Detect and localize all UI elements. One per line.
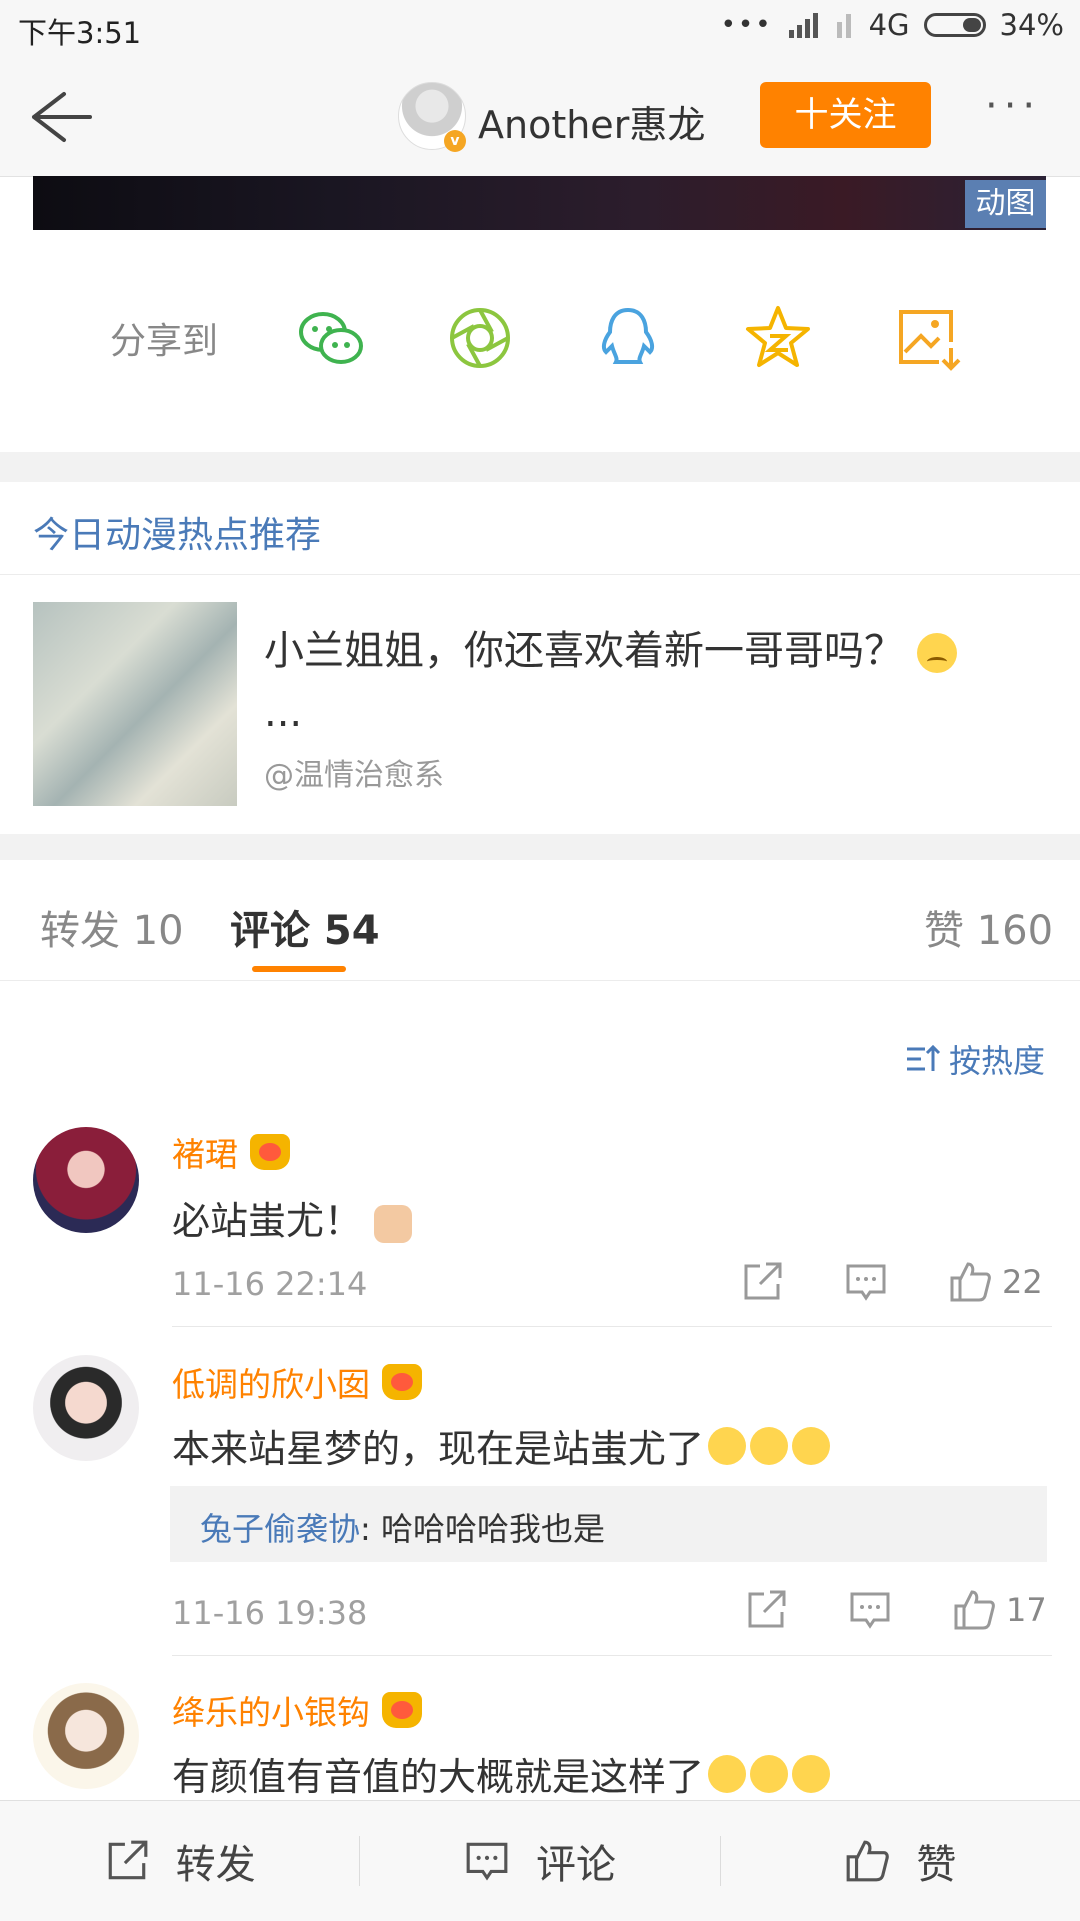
repost-icon[interactable] <box>740 1260 784 1304</box>
bottom-repost-label: 转发 <box>175 1842 256 1888</box>
sort-label: 按热度 <box>949 1042 1046 1080</box>
like-thumb-icon[interactable] <box>952 1588 996 1632</box>
author-name[interactable]: Another惠龙 <box>478 94 705 149</box>
battery-icon <box>923 13 986 37</box>
comment-actions: 17 <box>744 1588 1047 1632</box>
bottom-comment-button[interactable]: 评论 <box>360 1801 719 1921</box>
network-type: 4G <box>868 8 910 42</box>
commenter-avatar[interactable] <box>33 1683 139 1789</box>
back-arrow-icon[interactable] <box>24 82 94 152</box>
tab-likes[interactable]: 赞 160 <box>924 898 1053 956</box>
comment-text-content: 本来站星梦的，现在是站蚩尤了 <box>172 1427 705 1471</box>
section-gap <box>0 452 1080 482</box>
tab-repost[interactable]: 转发 10 <box>40 898 184 956</box>
reply-author[interactable]: 兔子偷袭协 <box>200 1510 360 1548</box>
status-time: 下午3:51 <box>18 16 142 50</box>
commenter-name-text: 低调的欣小囡 <box>172 1365 370 1404</box>
like-thumb-icon[interactable] <box>948 1260 992 1304</box>
comment-icon <box>466 1842 508 1881</box>
repost-icon[interactable] <box>744 1588 788 1632</box>
comment-icon[interactable] <box>848 1588 892 1632</box>
section-gap <box>0 834 1080 860</box>
divider <box>172 1326 1052 1327</box>
save-image-icon[interactable] <box>893 302 965 374</box>
more-dots-icon: ••• <box>720 10 773 40</box>
nav-bar: v Another惠龙 十关注 ··· <box>0 56 1080 177</box>
comment-time: 11-16 22:14 <box>172 1265 368 1303</box>
emoji-icon <box>792 1754 831 1793</box>
member-crown-icon <box>382 1692 422 1728</box>
divider <box>172 1655 1052 1656</box>
recommend-ellipsis: ... <box>264 690 303 736</box>
wechat-icon[interactable] <box>295 302 367 374</box>
more-options-icon[interactable]: ··· <box>985 86 1055 136</box>
moments-icon[interactable] <box>444 302 516 374</box>
signal2-icon <box>836 14 851 38</box>
recommend-thumbnail[interactable] <box>33 602 237 806</box>
sort-icon <box>907 1044 941 1071</box>
gif-image[interactable] <box>33 176 1046 230</box>
commenter-name-text: 绛乐的小银钩 <box>172 1693 370 1732</box>
repost-icon <box>108 1840 148 1880</box>
emoji-icon <box>750 1426 789 1465</box>
comment-text-content: 有颜值有音值的大概就是这样了 <box>172 1755 705 1799</box>
qzone-icon[interactable] <box>742 302 814 374</box>
comment-text: 有颜值有音值的大概就是这样了 <box>172 1746 831 1801</box>
sort-by-hot[interactable]: 按热度 <box>905 1036 1045 1082</box>
comment-text: 必站蚩尤！ <box>172 1190 413 1245</box>
bottom-action-bar: 转发 评论 赞 <box>0 1800 1080 1921</box>
commenter-name[interactable]: 褚珺 <box>172 1128 290 1176</box>
comment-text: 本来站星梦的，现在是站蚩尤了 <box>172 1418 831 1473</box>
member-crown-icon <box>382 1364 422 1400</box>
recommend-section-title[interactable]: 今日动漫热点推荐 <box>33 506 321 558</box>
signal-icon <box>788 13 818 38</box>
sad-emoji-icon <box>916 633 957 673</box>
bottom-like-button[interactable]: 赞 <box>721 1801 1080 1921</box>
like-count: 22 <box>1002 1263 1043 1301</box>
comment-text-content: 必站蚩尤！ <box>172 1199 363 1243</box>
commenter-name[interactable]: 低调的欣小囡 <box>172 1358 422 1406</box>
comment-actions: 22 <box>740 1260 1043 1304</box>
tab-comments[interactable]: 评论 54 <box>230 898 380 956</box>
like-thumb-icon <box>846 1840 890 1882</box>
recommend-title-text: 小兰姐姐，你还喜欢着新一哥哥吗？ <box>264 628 904 674</box>
comment-time: 11-16 19:38 <box>172 1594 368 1632</box>
divider <box>0 574 1080 575</box>
bottom-repost-button[interactable]: 转发 <box>0 1801 359 1921</box>
reply-text: : 哈哈哈哈我也是 <box>360 1510 605 1548</box>
battery-level: 34% <box>999 8 1064 42</box>
recommend-card-title[interactable]: 小兰姐姐，你还喜欢着新一哥哥吗？ <box>264 622 1004 680</box>
emoji-icon <box>708 1754 747 1793</box>
verified-badge-icon: v <box>444 130 466 152</box>
divider <box>0 980 1080 981</box>
rock-hand-emoji-icon <box>374 1204 413 1243</box>
commenter-avatar[interactable] <box>33 1127 139 1233</box>
reply-preview[interactable]: 兔子偷袭协: 哈哈哈哈我也是 <box>170 1486 1047 1562</box>
commenter-avatar[interactable] <box>33 1355 139 1461</box>
emoji-icon <box>708 1426 747 1465</box>
commenter-name-text: 褚珺 <box>172 1135 238 1174</box>
bottom-comment-label: 评论 <box>535 1842 616 1888</box>
follow-button[interactable]: 十关注 <box>760 82 931 148</box>
emoji-icon <box>792 1426 831 1465</box>
emoji-icon <box>750 1754 789 1793</box>
status-icons: ••• 4G 34% <box>721 8 1064 42</box>
commenter-name[interactable]: 绛乐的小银钩 <box>172 1686 422 1734</box>
member-crown-icon <box>250 1134 290 1170</box>
qq-icon[interactable] <box>592 302 664 374</box>
like-count: 17 <box>1006 1591 1047 1629</box>
tab-active-indicator <box>252 966 346 972</box>
bottom-like-label: 赞 <box>916 1842 957 1888</box>
comment-icon[interactable] <box>844 1260 888 1304</box>
gif-badge: 动图 <box>965 180 1046 228</box>
recommend-source[interactable]: @温情治愈系 <box>264 750 444 794</box>
status-bar: 下午3:51 ••• 4G 34% <box>0 0 1080 56</box>
share-label: 分享到 <box>110 321 219 362</box>
